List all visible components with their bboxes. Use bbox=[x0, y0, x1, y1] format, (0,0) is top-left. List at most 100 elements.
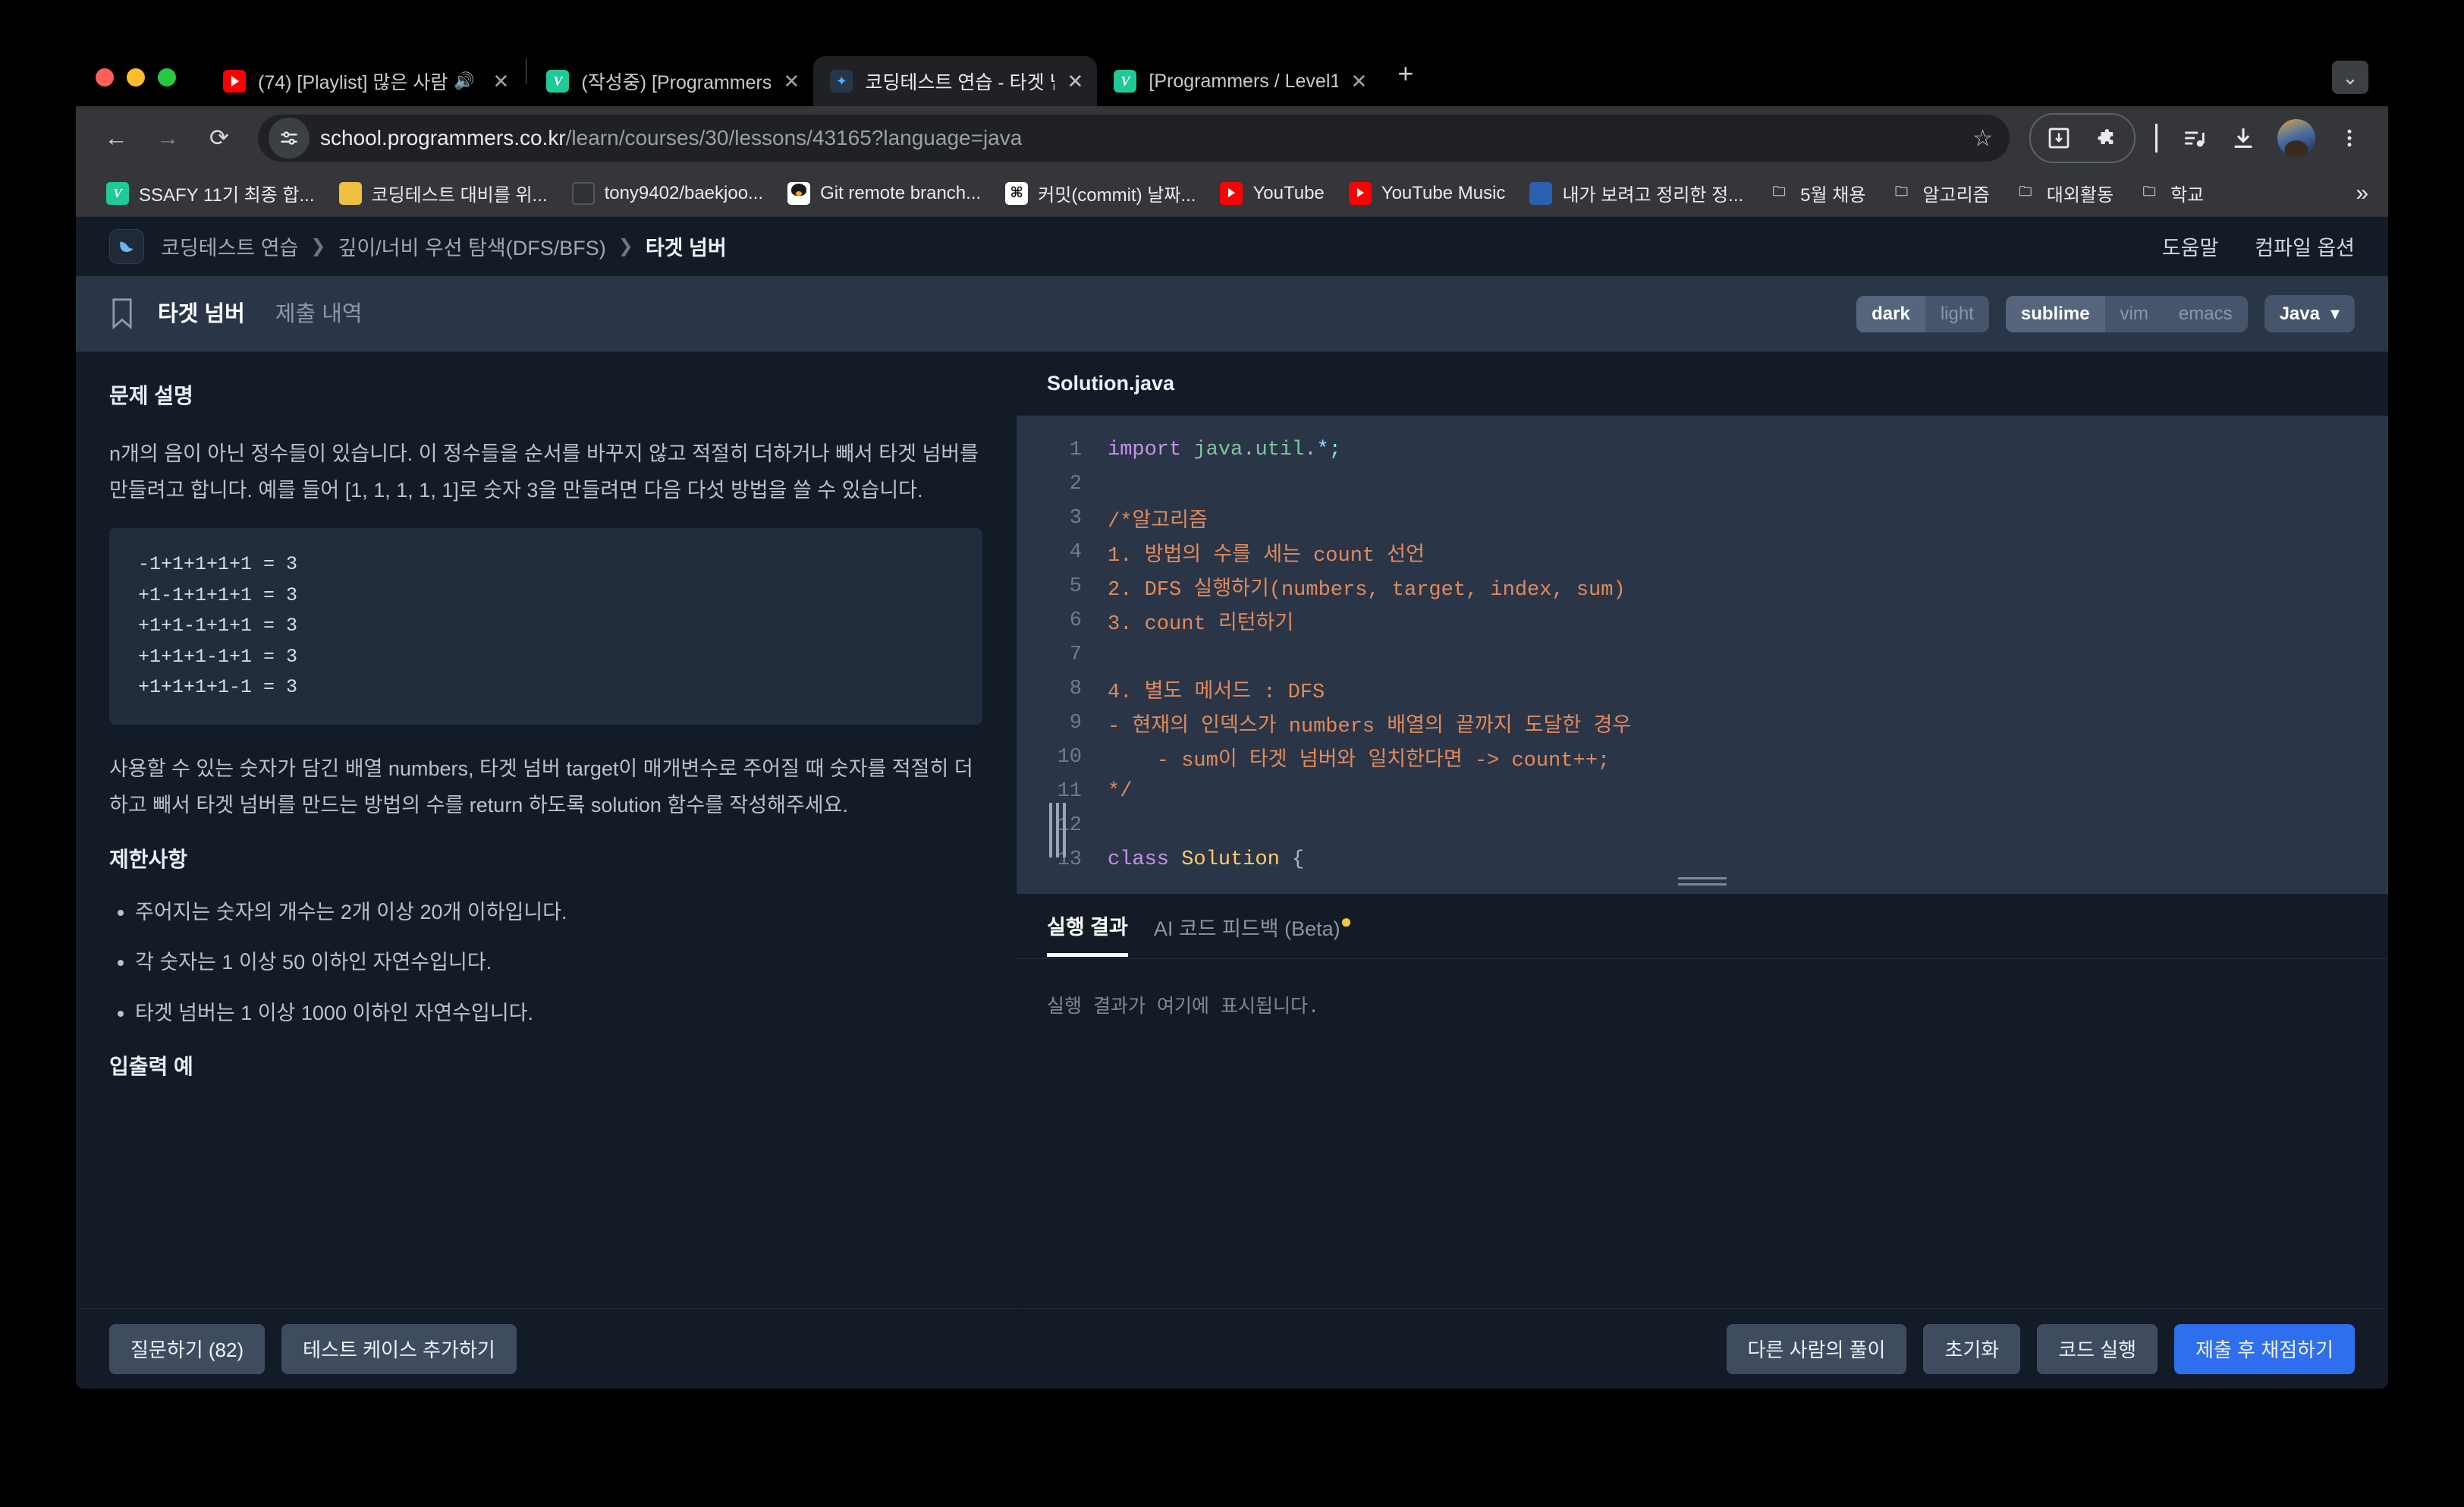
problem-paragraph-2: 사용할 수 있는 숫자가 담긴 배열 numbers, 타겟 넘버 target… bbox=[109, 757, 973, 816]
pane-resize-handle[interactable] bbox=[1049, 801, 1066, 859]
others-solutions-button[interactable]: 다른 사람의 풀이 bbox=[1726, 1323, 1907, 1374]
folder-icon: 🗀 bbox=[2142, 184, 2156, 199]
chrome-menu-icon[interactable] bbox=[2327, 116, 2371, 160]
bookmark-item-7[interactable]: 내가 보려고 정리한 정... bbox=[1517, 180, 1755, 206]
new-tab-button[interactable]: + bbox=[1381, 58, 1430, 106]
bookmark-item-0[interactable]: V SSAFY 11기 최종 합... bbox=[94, 180, 327, 206]
bookmark-item-1[interactable]: 코딩테스트 대비를 위... bbox=[327, 180, 560, 206]
tab-execution-result[interactable]: 실행 결과 bbox=[1047, 895, 1128, 957]
result-placeholder: 실행 결과가 여기에 표시됩니다. bbox=[1047, 996, 1320, 1018]
tab-close-button[interactable]: ✕ bbox=[1349, 70, 1369, 93]
theme-toggle[interactable]: dark light bbox=[1856, 295, 1989, 332]
browser-tab-3[interactable]: V [Programmers / Level1] 12906 ✕ bbox=[1097, 56, 1381, 106]
browser-tab-0[interactable]: (74) [Playlist] 많은 사람 속에 🔊 ✕ bbox=[206, 56, 523, 106]
tab-ai-feedback[interactable]: AI 코드 피드백 (Beta)● bbox=[1154, 895, 1352, 958]
toolbar-divider bbox=[2155, 124, 2158, 153]
tab-title: 코딩테스트 연습 - 타겟 넘버 | 프로 bbox=[865, 72, 1054, 93]
site-header: 코딩테스트 연습 ❯ 깊이/너비 우선 탐색(DFS/BFS) ❯ 타겟 넘버 … bbox=[76, 217, 2388, 276]
chevron-right-icon: ❯ bbox=[310, 236, 326, 256]
reset-button[interactable]: 초기화 bbox=[1923, 1323, 2021, 1374]
breadcrumb-item-0[interactable]: 코딩테스트 연습 bbox=[161, 231, 298, 261]
keymap-option-emacs[interactable]: emacs bbox=[2164, 296, 2248, 332]
velog-icon: V bbox=[546, 70, 570, 93]
theme-option-dark[interactable]: dark bbox=[1856, 295, 1925, 332]
main-split: 문제 설명 n개의 음이 아닌 정수들이 있습니다. 이 정수들을 순서를 바꾸… bbox=[76, 352, 2388, 1308]
bookmark-item-11[interactable]: 🗀 학교 bbox=[2126, 180, 2216, 206]
url-text: school.programmers.co.kr/learn/courses/3… bbox=[320, 126, 1022, 150]
bookmark-item-6[interactable]: YouTube Music bbox=[1337, 181, 1518, 205]
browser-tab-1[interactable]: V (작성중) [Programmers / Level ✕ bbox=[530, 56, 813, 106]
breadcrumb: 코딩테스트 연습 ❯ 깊이/너비 우선 탐색(DFS/BFS) ❯ 타겟 넘버 bbox=[161, 231, 727, 261]
bookmarks-overflow-button[interactable]: » bbox=[2356, 181, 2368, 206]
code-text: */ bbox=[1108, 779, 1133, 803]
minimize-window-button[interactable] bbox=[127, 68, 145, 87]
reading-list-icon[interactable] bbox=[2037, 116, 2081, 160]
tab-submissions[interactable]: 제출 내역 bbox=[275, 296, 363, 332]
velog-icon: V bbox=[106, 181, 129, 205]
dark-circle-icon bbox=[571, 181, 595, 205]
star-icon[interactable]: ☆ bbox=[1957, 125, 1993, 152]
code-editor[interactable]: 1 import java.util.*; 2 3 /*알고리즘 4 1. 방법의 수를 세… bbox=[1017, 416, 2388, 894]
forward-button[interactable]: → bbox=[144, 115, 191, 162]
tab-close-button[interactable]: ✕ bbox=[1065, 70, 1085, 93]
breadcrumb-item-1[interactable]: 깊이/너비 우선 탐색(DFS/BFS) bbox=[338, 231, 606, 261]
bookmark-item-9[interactable]: 🗀 알고리즘 bbox=[1878, 180, 2001, 206]
code-line: 6 3. count 리턴하기 bbox=[1017, 603, 2388, 637]
bookmark-icon[interactable] bbox=[109, 297, 137, 331]
keymap-option-sublime[interactable]: sublime bbox=[2005, 295, 2105, 332]
grip-line bbox=[1063, 803, 1066, 857]
back-button[interactable]: ← bbox=[93, 115, 140, 162]
code-line: 7 bbox=[1017, 637, 2388, 672]
reload-button[interactable]: ⟳ bbox=[196, 115, 243, 162]
list-item: 주어지는 숫자의 개수는 2개 이상 20개 이하입니다. bbox=[135, 899, 982, 926]
downloads-icon[interactable] bbox=[2221, 116, 2265, 160]
language-select[interactable]: Java ▾ bbox=[2264, 295, 2355, 332]
compile-options-link[interactable]: 컴파일 옵션 bbox=[2255, 231, 2355, 261]
ask-question-button[interactable]: 질문하기 (82) bbox=[109, 1323, 266, 1374]
bookmark-item-2[interactable]: tony9402/baekjoo... bbox=[560, 181, 776, 205]
programmers-bird-icon[interactable] bbox=[109, 228, 144, 264]
io-example-title: 입출력 예 bbox=[109, 1055, 193, 1079]
bookmark-item-8[interactable]: 🗀 5월 채용 bbox=[1755, 180, 1878, 206]
site-settings-icon[interactable] bbox=[269, 118, 310, 159]
help-link[interactable]: 도움말 bbox=[2162, 231, 2219, 261]
line-number: 6 bbox=[1069, 609, 1082, 632]
tab-title: [Programmers / Level1] 12906 bbox=[1149, 70, 1339, 92]
bookmark-item-5[interactable]: YouTube bbox=[1208, 181, 1336, 205]
browser-window: (74) [Playlist] 많은 사람 속에 🔊 ✕ V (작성중) [Pr… bbox=[76, 47, 2388, 1389]
address-bar[interactable]: school.programmers.co.kr/learn/courses/3… bbox=[258, 115, 2010, 162]
folder-icon: 🗀 bbox=[1772, 184, 1786, 199]
list-item: 타겟 넘버는 1 이상 1000 이하인 자연수입니다. bbox=[135, 1000, 982, 1027]
tab-close-button[interactable]: ✕ bbox=[491, 70, 511, 93]
code-line: 1 import java.util.*; bbox=[1017, 433, 2388, 467]
window-controls bbox=[96, 68, 176, 106]
problem-paragraph-1: n개의 음이 아닌 정수들이 있습니다. 이 정수들을 순서를 바꾸지 않고 적… bbox=[109, 442, 979, 502]
theme-option-light[interactable]: light bbox=[1925, 296, 1989, 332]
maximize-window-button[interactable] bbox=[158, 68, 176, 87]
tab-search-button[interactable]: ⌄ bbox=[2332, 61, 2368, 94]
browser-tab-2[interactable]: ✦ 코딩테스트 연습 - 타겟 넘버 | 프로 ✕ bbox=[813, 56, 1098, 106]
profile-avatar[interactable] bbox=[2277, 119, 2315, 157]
close-window-button[interactable] bbox=[96, 68, 114, 87]
extensions-icon[interactable] bbox=[2084, 116, 2128, 160]
action-bar: 질문하기 (82) 테스트 케이스 추가하기 다른 사람의 풀이 초기화 코드 … bbox=[76, 1308, 2388, 1389]
run-code-button[interactable]: 코드 실행 bbox=[2037, 1323, 2158, 1374]
bookmark-item-3[interactable]: Git remote branch... bbox=[775, 181, 993, 205]
bookmark-item-4[interactable]: 커밋(commit) 날짜... bbox=[993, 180, 1208, 206]
line-number: 5 bbox=[1069, 574, 1082, 598]
tab-problem[interactable]: 타겟 넘버 bbox=[158, 296, 245, 332]
result-tab-list: 실행 결과 AI 코드 피드백 (Beta)● bbox=[1017, 894, 2388, 959]
submit-and-grade-button[interactable]: 제출 후 채점하기 bbox=[2174, 1323, 2355, 1374]
line-number: 1 bbox=[1069, 438, 1082, 461]
add-test-case-button[interactable]: 테스트 케이스 추가하기 bbox=[281, 1323, 517, 1374]
media-icon[interactable] bbox=[2173, 116, 2217, 160]
bookmark-label: 커밋(commit) 날짜... bbox=[1038, 185, 1196, 206]
bookmark-item-10[interactable]: 🗀 대외활동 bbox=[2002, 180, 2126, 206]
editor-resize-handle[interactable] bbox=[1678, 877, 1727, 886]
tab-close-button[interactable]: ✕ bbox=[781, 70, 801, 93]
keymap-option-vim[interactable]: vim bbox=[2105, 296, 2164, 332]
keymap-toggle[interactable]: sublime vim emacs bbox=[2005, 295, 2248, 332]
bookmark-label: tony9402/baekjoo... bbox=[604, 182, 764, 203]
primary-actions: 다른 사람의 풀이 초기화 코드 실행 제출 후 채점하기 bbox=[1726, 1323, 2355, 1374]
speaker-icon[interactable]: 🔊 bbox=[454, 71, 474, 91]
